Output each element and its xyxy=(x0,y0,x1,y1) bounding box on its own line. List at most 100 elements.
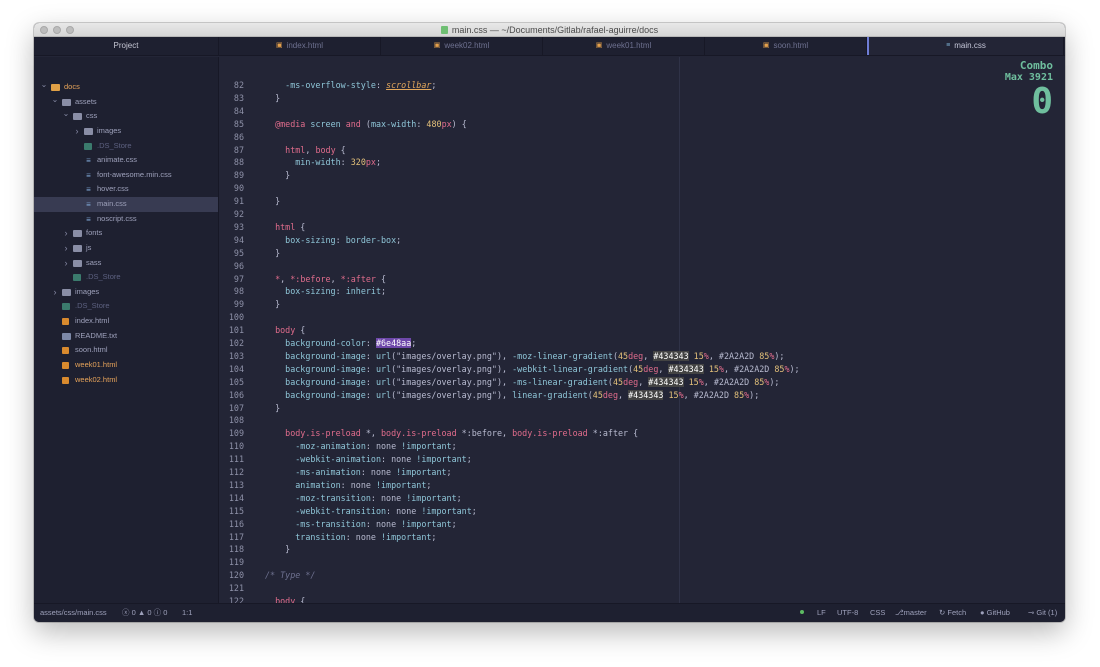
tree-item-hovercss[interactable]: ≡ hover.css xyxy=(34,182,218,197)
code-line[interactable]: 116 -ms-transition: none !important; xyxy=(220,518,1065,531)
line-number: 87 xyxy=(233,144,244,155)
tree-item-week01html[interactable]: week01.html xyxy=(34,358,218,373)
code-line[interactable]: 107 } xyxy=(220,402,1065,415)
tree-item-docs[interactable]: ⌄ docs xyxy=(34,80,218,95)
code-line[interactable]: 89 } xyxy=(220,169,1065,182)
code-line[interactable]: 117 transition: none !important; xyxy=(220,531,1065,544)
code-line[interactable]: 82 -ms-overflow-style: scrollbar; xyxy=(220,79,1065,92)
tree-item-sass[interactable]: › sass xyxy=(34,256,218,271)
code-token: 480 xyxy=(426,118,442,129)
chevron-right-icon[interactable]: › xyxy=(62,226,70,241)
code-line[interactable]: 99 } xyxy=(220,298,1065,311)
tab-week01-html[interactable]: ▣ week01.html xyxy=(543,37,705,55)
line-number: 89 xyxy=(233,170,244,181)
code-line[interactable]: 90 xyxy=(220,182,1065,195)
git-branch[interactable]: ⎇master xyxy=(895,604,927,622)
code-token: ; xyxy=(451,441,457,452)
tree-item-css[interactable]: ⌄ css xyxy=(34,109,218,124)
grammar-selector[interactable]: CSS xyxy=(870,604,885,622)
tree-item-images[interactable]: › images xyxy=(34,124,218,139)
fetch-button[interactable]: ↻ Fetch xyxy=(939,604,966,622)
code-line[interactable]: 114 -moz-transition: none !important; xyxy=(220,492,1065,505)
project-tree: ⌄ docs ⌄ assets ⌄ css › images .DS_Store ≡ animate… xyxy=(34,57,219,603)
code-text: -ms-transition: none !important; xyxy=(265,518,456,531)
tree-item-noscriptcss[interactable]: ≡ noscript.css xyxy=(34,212,218,227)
code-line[interactable]: 122 body { xyxy=(220,595,1065,603)
code-line[interactable]: 92 xyxy=(220,208,1065,221)
tree-item-indexhtml[interactable]: index.html xyxy=(34,314,218,329)
code-line[interactable]: 111 -webkit-animation: none !important; xyxy=(220,453,1065,466)
file-encoding[interactable]: UTF-8 xyxy=(837,604,858,622)
code-token: , xyxy=(638,376,649,387)
tree-item-animatecss[interactable]: ≡ animate.css xyxy=(34,153,218,168)
chevron-down-icon[interactable]: ⌄ xyxy=(40,78,48,93)
tab-project[interactable]: Project xyxy=(34,37,219,55)
code-line[interactable]: 115 -webkit-transition: none !important; xyxy=(220,505,1065,518)
code-line[interactable]: 103 background-image: url("images/overla… xyxy=(220,350,1065,363)
code-line[interactable]: 102 background-color: #6e48aa; xyxy=(220,337,1065,350)
chevron-right-icon[interactable]: › xyxy=(62,256,70,271)
code-line[interactable]: 84 xyxy=(220,105,1065,118)
code-token: : xyxy=(340,157,351,168)
code-line[interactable]: 109 body.is-preload *, body.is-preload *… xyxy=(220,427,1065,440)
chevron-right-icon[interactable]: › xyxy=(51,285,59,300)
tab-index-html[interactable]: ▣ index.html xyxy=(219,37,381,55)
code-line[interactable]: 106 background-image: url("images/overla… xyxy=(220,389,1065,402)
tab-soon-html[interactable]: ▣ soon.html xyxy=(705,37,867,55)
code-line[interactable]: 113 animation: none !important; xyxy=(220,479,1065,492)
code-line[interactable]: 87 html, body { xyxy=(220,144,1065,157)
code-line[interactable]: 120 /* Type */ xyxy=(220,569,1065,582)
code-line[interactable]: 118 } xyxy=(220,543,1065,556)
code-line[interactable]: 98 box-sizing: inherit; xyxy=(220,285,1065,298)
code-line[interactable]: 97 *, *:before, *:after { xyxy=(220,273,1065,286)
code-line[interactable]: 104 background-image: url("images/overla… xyxy=(220,363,1065,376)
code-line[interactable]: 100 xyxy=(220,311,1065,324)
code-line[interactable]: 83 } xyxy=(220,92,1065,105)
code-line[interactable]: 121 xyxy=(220,582,1065,595)
code-line[interactable]: 110 -moz-animation: none !important; xyxy=(220,440,1065,453)
code-token: ("images/overlay.png"), xyxy=(391,389,513,400)
code-line[interactable]: 108 xyxy=(220,414,1065,427)
tab-main-css[interactable]: ≡ main.css xyxy=(867,37,1064,55)
code-token: body xyxy=(285,428,306,439)
code-line[interactable]: 96 xyxy=(220,260,1065,273)
tree-item-readmetxt[interactable]: README.txt xyxy=(34,329,218,344)
code-line[interactable]: 85 @media screen and (max-width: 480px) … xyxy=(220,118,1065,131)
tree-item-soonhtml[interactable]: soon.html xyxy=(34,343,218,358)
code-line[interactable]: 94 box-sizing: border-box; xyxy=(220,234,1065,247)
tree-item-maincss[interactable]: ≡ main.css xyxy=(34,197,218,212)
code-token: border-box xyxy=(345,234,397,245)
code-text: } xyxy=(265,247,280,260)
git-panel-button[interactable]: ⊸ Git (1) xyxy=(1028,604,1057,622)
code-line[interactable]: 93 html { xyxy=(220,221,1065,234)
tab-week02-html[interactable]: ▣ week02.html xyxy=(381,37,543,55)
code-editor[interactable]: Combo Max 3921 0 82 -ms-overflow-style: … xyxy=(220,57,1065,603)
tree-item-images[interactable]: › images xyxy=(34,285,218,300)
code-token: animation xyxy=(295,479,341,490)
tree-item-ds_store[interactable]: .DS_Store xyxy=(34,139,218,154)
code-line[interactable]: 112 -ms-animation: none !important; xyxy=(220,466,1065,479)
chevron-down-icon[interactable]: ⌄ xyxy=(62,107,70,122)
code-line[interactable]: 95 } xyxy=(220,247,1065,260)
tree-item-ds_store[interactable]: .DS_Store xyxy=(34,299,218,314)
line-ending[interactable]: LF xyxy=(817,604,826,622)
chevron-right-icon[interactable]: › xyxy=(62,241,70,256)
cursor-position[interactable]: 1:1 xyxy=(182,604,192,622)
code-line[interactable]: 86 xyxy=(220,131,1065,144)
tree-item-js[interactable]: › js xyxy=(34,241,218,256)
code-line[interactable]: 119 xyxy=(220,556,1065,569)
tree-item-ds_store[interactable]: .DS_Store xyxy=(34,270,218,285)
code-line[interactable]: 88 min-width: 320px; xyxy=(220,156,1065,169)
code-line[interactable]: 91 } xyxy=(220,195,1065,208)
code-line[interactable]: 105 background-image: url("images/overla… xyxy=(220,376,1065,389)
chevron-right-icon[interactable]: › xyxy=(73,124,81,139)
chevron-down-icon[interactable]: ⌄ xyxy=(51,93,59,108)
tree-item-fonts[interactable]: › fonts xyxy=(34,226,218,241)
tree-item-week02html[interactable]: week02.html xyxy=(34,373,218,388)
github-button[interactable]: ● GitHub xyxy=(980,604,1010,622)
code-token: deg xyxy=(628,350,644,361)
tree-item-font-awesomemincss[interactable]: ≡ font-awesome.min.css xyxy=(34,168,218,183)
code-line[interactable]: 101 body { xyxy=(220,324,1065,337)
status-file-path[interactable]: assets/css/main.css xyxy=(40,604,107,622)
diagnostics-summary[interactable]: ⓧ 0 ▲ 0 ⓘ 0 xyxy=(122,604,167,622)
